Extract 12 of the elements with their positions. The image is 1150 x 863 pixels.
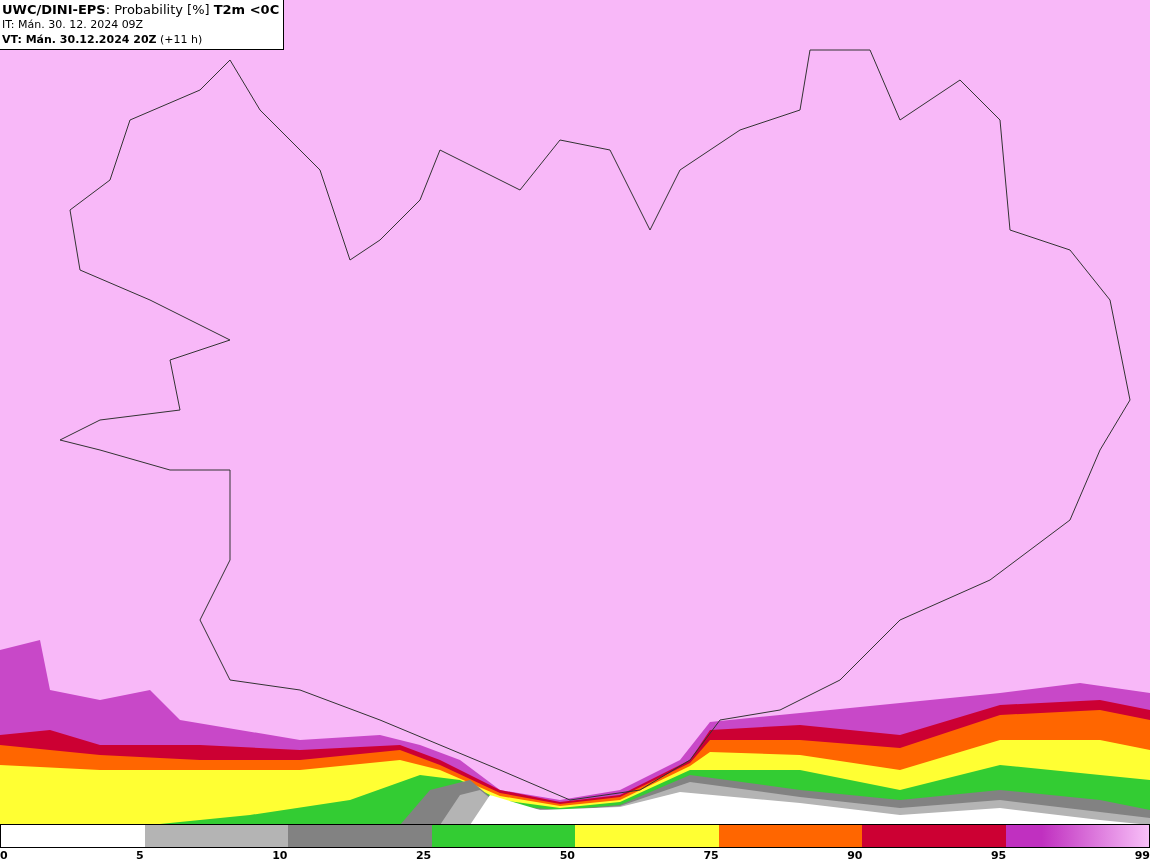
valid-time: VT: Mán. 30.12.2024 20Z (+11 h) [2, 32, 204, 47]
scale-tick-label: 95 [990, 848, 1007, 863]
scale-tick-label: 10 [272, 848, 288, 863]
scale-tick-label: 5 [136, 848, 144, 863]
scale-tick-label: 75 [703, 848, 719, 863]
scale-tick-label: 90 [847, 848, 863, 863]
scale-tick-label: 50 [559, 848, 575, 863]
init-time: IT: Mán. 30. 12. 2024 09Z [2, 17, 145, 32]
map-title: UWC/DINI-EPS: Probability [%] T2m <0C [2, 2, 280, 17]
scale-tick-label: 25 [415, 848, 432, 863]
scale-tick-label: 0 [0, 848, 8, 863]
scale-tick-label: 99 [1134, 848, 1150, 863]
